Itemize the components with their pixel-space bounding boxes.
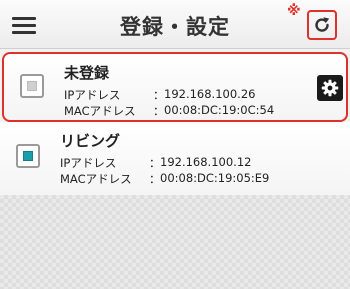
device-list: 未登録 IPアドレス ： 192.168.100.26 MACアドレス ： 00… bbox=[0, 49, 350, 197]
refresh-button[interactable] bbox=[307, 10, 337, 40]
gear-icon bbox=[321, 79, 339, 97]
ip-value: 192.168.100.26 bbox=[164, 87, 256, 101]
device-item-unregistered[interactable]: 未登録 IPアドレス ： 192.168.100.26 MACアドレス ： 00… bbox=[2, 52, 348, 122]
app-header: 登録・設定 ※ bbox=[0, 0, 350, 49]
mac-value: 00:08:DC:19:0C:54 bbox=[164, 103, 275, 117]
mac-label: MACアドレス bbox=[60, 172, 132, 186]
ip-row: IPアドレス ： 192.168.100.26 bbox=[64, 87, 256, 102]
device-name: リビング bbox=[60, 132, 121, 150]
ip-label: IPアドレス bbox=[64, 88, 121, 102]
ip-row: IPアドレス ： 192.168.100.12 bbox=[60, 155, 252, 170]
mac-value: 00:08:DC:19:05:E9 bbox=[160, 171, 270, 185]
refresh-icon bbox=[315, 17, 330, 32]
ip-label: IPアドレス bbox=[60, 156, 117, 170]
device-name: 未登録 bbox=[64, 64, 110, 82]
mac-label: MACアドレス bbox=[64, 104, 136, 118]
ip-value: 192.168.100.12 bbox=[160, 155, 252, 169]
mac-row: MACアドレス ： 00:08:DC:19:0C:54 bbox=[64, 103, 275, 118]
device-inactive-icon bbox=[20, 74, 44, 98]
mac-row: MACアドレス ： 00:08:DC:19:05:E9 bbox=[60, 171, 270, 186]
note-mark: ※ bbox=[287, 3, 301, 19]
device-active-icon bbox=[16, 144, 40, 168]
background-pattern bbox=[0, 195, 350, 289]
device-item-living[interactable]: リビング IPアドレス ： 192.168.100.12 MACアドレス ： 0… bbox=[0, 122, 350, 197]
device-settings-button[interactable] bbox=[317, 75, 343, 101]
